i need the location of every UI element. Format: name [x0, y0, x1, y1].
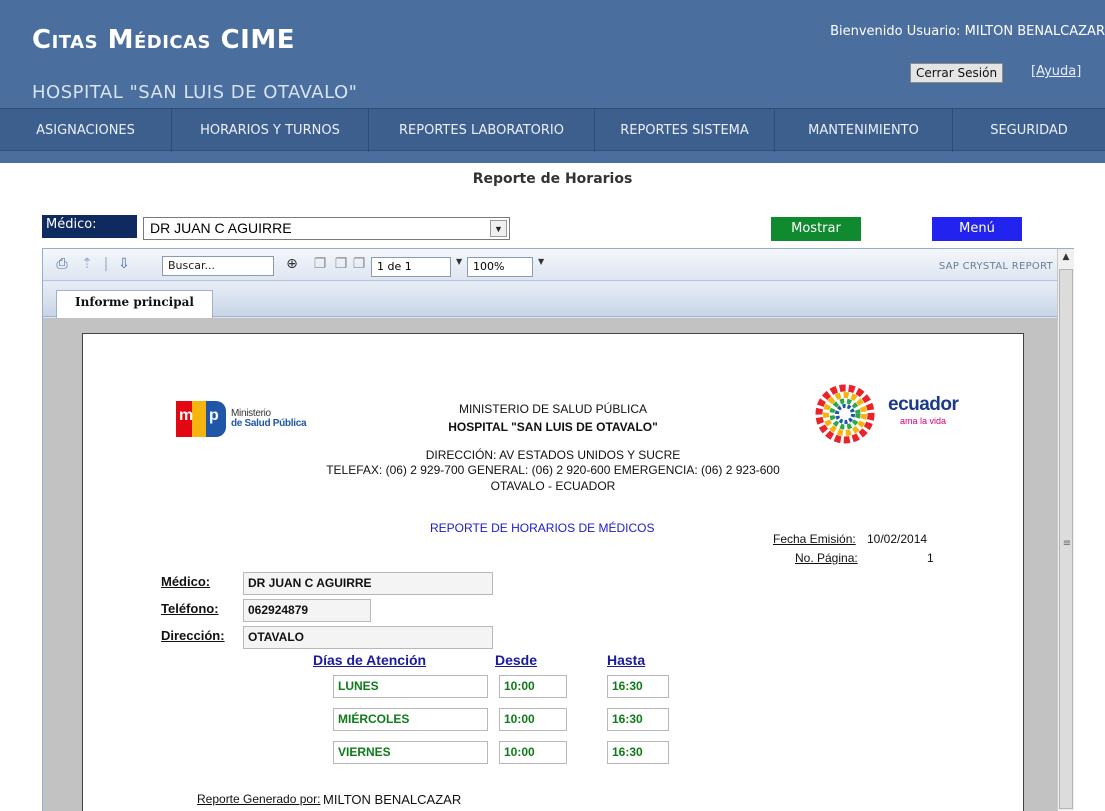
welcome-text: Bienvenido Usuario: MILTON BENALCAZAR [830, 24, 1105, 39]
menu-button[interactable]: Menú [932, 217, 1022, 241]
schedule-hasta: 16:30 [607, 708, 669, 731]
binoculars-icon[interactable]: ⊕ [283, 255, 301, 273]
schedule-day: LUNES [333, 675, 488, 698]
nav-item-reportes-laboratorio[interactable]: REPORTES LABORATORIO [369, 109, 595, 152]
hospital-address: DIRECCIÓN: AV ESTADOS UNIDOS Y SUCRE [425, 448, 681, 462]
next-page-icon[interactable]: ❐ [350, 255, 368, 273]
schedule-day: VIERNES [333, 741, 488, 764]
zoom-dropdown-icon[interactable]: ▼ [538, 257, 544, 266]
report-viewer: ⎙ ⇡ | ⇩ Buscar... ⊕ ❐ ❐ ❐ 1 de 1 ▼ 100% … [42, 248, 1074, 811]
medico-value: DR JUAN C AGUIRRE [243, 572, 493, 595]
mostrar-button[interactable]: Mostrar [771, 217, 861, 241]
chevron-down-icon[interactable]: ▼ [490, 220, 507, 237]
viewer-toolbar: ⎙ ⇡ | ⇩ Buscar... ⊕ ❐ ❐ ❐ 1 de 1 ▼ 100% … [43, 249, 1057, 281]
export-file-icon[interactable]: ⇩ [115, 255, 133, 273]
hospital-phones: TELEFAX: (06) 2 929-700 GENERAL: (06) 2 … [326, 463, 780, 477]
scrollbar-thumb[interactable]: ≡ [1059, 269, 1073, 809]
viewer-brand: SAP CRYSTAL REPORT [938, 261, 1053, 272]
telefono-value: 062924879 [243, 599, 371, 622]
report-canvas: m p Ministerio de Salud Pública ecuador … [43, 318, 1057, 811]
direccion-value: OTAVALO [243, 626, 493, 649]
separator-icon: | [103, 256, 109, 272]
logout-button[interactable]: Cerrar Sesión [910, 63, 1004, 83]
report-page: m p Ministerio de Salud Pública ecuador … [82, 333, 1024, 811]
help-link[interactable]: [Ayuda] [1031, 64, 1081, 79]
col-dias-atencion: Días de Atención [313, 652, 427, 668]
nav-item-asignaciones[interactable]: ASIGNACIONES [0, 109, 172, 152]
fecha-emision-value: 10/02/2014 [867, 532, 928, 546]
prev-page-icon[interactable]: ❐ [332, 255, 350, 273]
col-desde: Desde [495, 652, 538, 668]
vertical-scrollbar[interactable]: ▲ ≡ [1057, 249, 1074, 811]
generated-by-label: Reporte Generado por: [197, 792, 321, 806]
generated-by-value: MILTON BENALCAZAR [323, 792, 462, 807]
first-page-icon[interactable]: ❐ [311, 255, 329, 273]
schedule-hasta: 16:30 [607, 741, 669, 764]
export-icon[interactable]: ⇡ [78, 255, 96, 273]
schedule-desde: 10:00 [499, 675, 567, 698]
pagina-value: 1 [927, 551, 934, 565]
scroll-grip-icon: ≡ [1062, 538, 1072, 549]
tab-informe-principal[interactable]: Informe principal [56, 290, 213, 318]
hospital-name: HOSPITAL "SAN LUIS DE OTAVALO" [32, 82, 358, 103]
telefono-label: Teléfono: [161, 601, 219, 616]
nav-item-mantenimiento[interactable]: MANTENIMIENTO [775, 109, 953, 152]
zoom-selector[interactable]: 100% [467, 257, 533, 277]
app-header: Citas Médicas CIME HOSPITAL "SAN LUIS DE… [0, 0, 1105, 163]
medico-select-value: DR JUAN C AGUIRRE [150, 220, 292, 236]
pagina-label: No. Página: [795, 551, 858, 565]
report-heading: REPORTE DE HORARIOS DE MÉDICOS [430, 521, 655, 535]
medico-label: Médico: [161, 574, 211, 589]
search-input[interactable]: Buscar... [162, 256, 274, 276]
nav-item-seguridad[interactable]: SEGURIDAD [953, 109, 1105, 152]
nav-item-horarios[interactable]: HORARIOS Y TURNOS [172, 109, 369, 152]
page-title: Reporte de Horarios [472, 171, 633, 187]
fecha-emision-label: Fecha Emisión: [773, 532, 856, 546]
col-hasta: Hasta [607, 652, 646, 668]
page-selector[interactable]: 1 de 1 [371, 257, 451, 277]
report-tabs: Informe principal [43, 282, 1057, 318]
nav-item-reportes-sistema[interactable]: REPORTES SISTEMA [595, 109, 775, 152]
print-icon[interactable]: ⎙ [53, 255, 71, 273]
schedule-hasta: 16:30 [607, 675, 669, 698]
main-nav: ASIGNACIONES HORARIOS Y TURNOS REPORTES … [0, 108, 1105, 152]
schedule-day: MIÉRCOLES [333, 708, 488, 731]
report-hospital-name: HOSPITAL "SAN LUIS DE OTAVALO" [448, 420, 658, 434]
direccion-label: Dirección: [161, 628, 225, 643]
medico-select-label: Médico: [42, 215, 137, 238]
ministry-name: MINISTERIO DE SALUD PÚBLICA [458, 402, 648, 416]
schedule-desde: 10:00 [499, 708, 567, 731]
medico-select[interactable]: DR JUAN C AGUIRRE ▼ [143, 217, 510, 240]
app-title: Citas Médicas CIME [32, 25, 295, 55]
page-dropdown-icon[interactable]: ▼ [456, 257, 462, 266]
scroll-up-icon[interactable]: ▲ [1058, 249, 1074, 265]
hospital-city: OTAVALO - ECUADOR [490, 479, 616, 493]
schedule-desde: 10:00 [499, 741, 567, 764]
